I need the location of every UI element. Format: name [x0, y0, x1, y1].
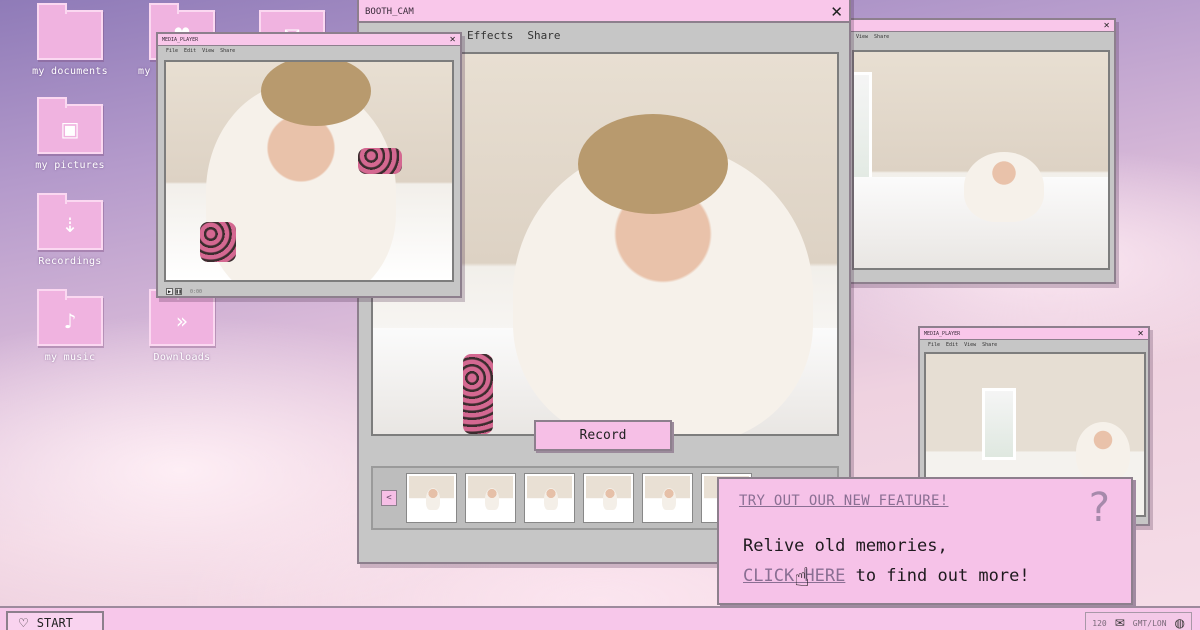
tray-count: 120	[1092, 618, 1107, 628]
system-tray: 120 ✉ GMT/LON ◍	[1085, 612, 1192, 630]
window-titlebar[interactable]: MEDIA_PLAYER ✕	[158, 34, 460, 46]
desktop-icon-my-pictures[interactable]: ▣ my pictures	[20, 97, 120, 171]
close-icon[interactable]: ✕	[1137, 329, 1144, 338]
menu-item-edit[interactable]: Edit	[184, 48, 196, 54]
window-titlebar[interactable]: ✕	[848, 20, 1114, 32]
hand-cursor-icon: ☝	[794, 563, 810, 593]
menu-item-share[interactable]: Share	[220, 48, 235, 54]
popup-line-1: Relive old memories,	[743, 536, 948, 556]
menu-item-effects[interactable]: Effects	[467, 29, 513, 42]
window-titlebar[interactable]: BOOTH_CAM ✕	[359, 0, 849, 23]
menu-item-file[interactable]: File	[928, 342, 940, 348]
window-title: MEDIA_PLAYER	[162, 36, 199, 43]
thumbnail[interactable]	[525, 474, 574, 522]
hair-shape	[578, 114, 728, 214]
thumbnail[interactable]	[643, 474, 692, 522]
pause-icon[interactable]: ❚❚	[175, 288, 182, 295]
popup-header: TRY OUT OUR NEW FEATURE!	[739, 493, 949, 509]
video-frame[interactable]	[852, 50, 1110, 270]
thumbnail[interactable]	[466, 474, 515, 522]
record-button[interactable]: Record	[534, 420, 672, 451]
person-shape	[1076, 422, 1130, 482]
popup-body: Relive old memories, CLICK HERE to find …	[743, 531, 1030, 591]
menu-item-share[interactable]: Share	[982, 342, 997, 348]
globe-icon: ◍	[1174, 616, 1185, 630]
window-title: MEDIA_PLAYER	[924, 330, 961, 337]
close-icon[interactable]: ✕	[830, 3, 843, 21]
thumbnail[interactable]	[407, 474, 456, 522]
desktop-icon-label: Recordings	[38, 256, 102, 267]
menu-bar: File Edit View Share	[920, 340, 1148, 350]
desktop-icon-label: my documents	[32, 66, 108, 77]
menu-item-share[interactable]: Share	[527, 29, 560, 42]
sleeve-pattern	[200, 222, 236, 262]
menu-bar: View Share	[848, 32, 1114, 42]
menu-bar: File Edit View Share	[158, 46, 460, 56]
close-icon[interactable]: ✕	[1103, 21, 1110, 30]
menu-item-view[interactable]: View	[964, 342, 976, 348]
window-title: BOOTH_CAM	[365, 6, 414, 17]
popup-line-2-suffix: to find out more!	[845, 566, 1030, 586]
question-icon: ?	[1086, 485, 1111, 531]
menu-item-edit[interactable]: Edit	[946, 342, 958, 348]
folder-icon	[37, 3, 103, 60]
person-shape	[964, 152, 1044, 222]
close-icon[interactable]: ✕	[449, 35, 456, 44]
start-label: START	[36, 616, 73, 630]
menu-item-view[interactable]: View	[202, 48, 214, 54]
start-button[interactable]: ♡ START	[6, 611, 104, 630]
media-player-window-left[interactable]: MEDIA_PLAYER ✕ File Edit View Share ▶ ❚❚…	[156, 32, 462, 298]
sleeve-pattern	[463, 354, 493, 434]
menu-item-share[interactable]: Share	[874, 34, 889, 40]
heart-icon: ♡	[18, 616, 29, 630]
media-player-window-right-top[interactable]: ✕ View Share	[846, 18, 1116, 284]
thumbnail[interactable]	[584, 474, 633, 522]
chevron-left-icon[interactable]: <	[381, 490, 397, 506]
desktop-icon-label: my music	[44, 352, 96, 363]
music-folder-icon: ♪	[37, 289, 103, 346]
desktop-icon-label: Downloads	[153, 352, 211, 363]
playback-controls: ▶ ❚❚ 0:00	[166, 288, 202, 295]
desktop-icon-label: my pictures	[35, 160, 105, 171]
chevrons-down-folder-icon: »	[149, 289, 215, 346]
taskbar: ♡ START 120 ✉ GMT/LON ◍	[0, 606, 1200, 630]
popup-line-2: CLICK HERE to find out more!	[743, 561, 1030, 591]
desktop-icon-my-documents[interactable]: my documents	[20, 3, 120, 77]
desktop-icon-my-music[interactable]: ♪ my music	[20, 289, 120, 363]
play-icon[interactable]: ▶	[166, 288, 173, 295]
desktop-icon-recordings[interactable]: ⇣ Recordings	[20, 193, 120, 267]
tray-timezone: GMT/LON	[1132, 618, 1167, 628]
menu-item-file[interactable]: File	[166, 48, 178, 54]
window-titlebar[interactable]: MEDIA_PLAYER ✕	[920, 328, 1148, 340]
feature-popup[interactable]: TRY OUT OUR NEW FEATURE! ? Relive old me…	[717, 477, 1133, 605]
desktop-icon-downloads[interactable]: » Downloads	[132, 289, 232, 363]
picture-folder-icon: ▣	[37, 97, 103, 154]
sleeve-pattern	[358, 148, 402, 174]
window-in-photo	[982, 388, 1016, 460]
playback-time: 0:00	[190, 288, 203, 295]
video-frame[interactable]	[164, 60, 454, 282]
mail-icon[interactable]: ✉	[1115, 616, 1125, 630]
download-folder-icon: ⇣	[37, 193, 103, 250]
menu-item-view[interactable]: View	[856, 34, 868, 40]
